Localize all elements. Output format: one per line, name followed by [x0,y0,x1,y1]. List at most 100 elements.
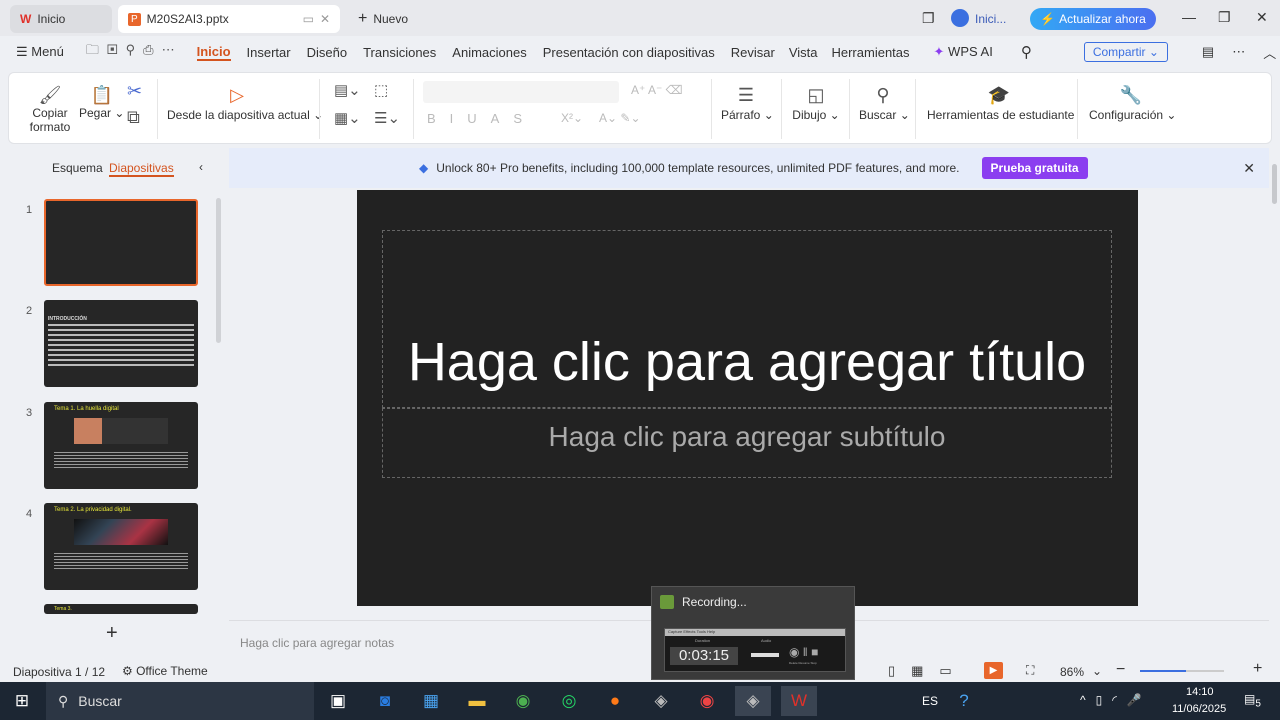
font-color-icon[interactable]: A⌄ ✎⌄ [599,111,641,125]
panel-scrollbar[interactable] [216,198,221,343]
wps-ai-button[interactable]: ✦ WPS AI [934,44,993,60]
title-placeholder[interactable]: Haga clic para agregar título [382,230,1112,408]
chrome-icon[interactable]: ◉ [505,686,541,716]
add-slide-button[interactable]: + [106,622,118,645]
avatar[interactable] [951,9,969,27]
menu-button[interactable]: ☰ Menú [16,44,64,60]
free-trial-button[interactable]: Prueba gratuita [981,157,1088,179]
copy-format-button[interactable]: 🖌 Copiar formato [27,85,73,134]
paste-button[interactable]: 📋 Pegar ⌄ [79,85,124,120]
system-tray-icons[interactable]: ^▯◜🎤 [1080,693,1152,707]
language-indicator[interactable]: ES [922,694,938,708]
help-icon[interactable]: ? [946,686,982,716]
superscript-icon[interactable]: X²⌄ [561,111,583,125]
tab-revisar[interactable]: Revisar [731,45,775,60]
task-view-icon[interactable]: ▣ [320,686,356,716]
whatsapp-icon[interactable]: ◎ [551,686,587,716]
recorder-active-icon[interactable]: ◈ [735,686,771,716]
slide-thumbnail-3[interactable]: Tema 1. La huella digital [44,402,198,489]
file-explorer-icon[interactable]: ▬ [459,686,495,716]
outlook-icon[interactable]: ◙ [367,686,403,716]
settings-button[interactable]: 🔧 Configuración ⌄ [1089,85,1176,122]
subtitle-placeholder[interactable]: Haga clic para agregar subtítulo [382,408,1112,478]
tab-insertar[interactable]: Insertar [247,45,291,60]
share-label: Compartir [1092,45,1146,59]
tab-file[interactable]: P M20S2AI3.pptx ▭ ✕ [118,5,340,33]
search-icon[interactable]: ⚲ [1021,43,1032,61]
more-icon[interactable]: ⋯ [1232,44,1245,60]
zoom-in-button[interactable]: + [1253,660,1262,678]
theme-button[interactable]: ⚙ Office Theme [122,664,208,678]
upgrade-button[interactable]: ⚡ Actualizar ahora [1030,8,1156,30]
recorder-app-icon[interactable]: ◈ [643,686,679,716]
drawing-button[interactable]: ◱ Dibujo ⌄ [791,85,841,122]
tab-transiciones[interactable]: Transiciones [363,45,436,60]
recorder-controls[interactable]: ◉ ‖ ■ [789,645,818,659]
cut-icon[interactable]: ✂ [127,81,142,102]
new-tab-button[interactable]: + Nuevo [348,5,418,33]
zoom-dropdown-icon[interactable]: ⌄ [1092,664,1102,678]
new-slide-icon[interactable]: ▤⌄ [334,81,361,99]
slide-thumbnail-1[interactable] [44,199,198,286]
from-current-slide-button[interactable]: ▷ Desde la diapositiva actual ⌄ [167,85,323,122]
tab-home-label: Inicio [37,12,66,26]
font-name-select[interactable] [423,81,619,103]
taskbar-search[interactable]: ⚲ Buscar [46,682,314,720]
collapse-ribbon-icon[interactable]: ︿ [1263,43,1276,62]
student-tools-button[interactable]: 🎓 Herramientas de estudiante [927,85,1074,122]
wps-taskbar-icon[interactable]: W [781,686,817,716]
comment-icon[interactable]: ▤ [1202,44,1214,60]
zoom-slider[interactable] [1140,670,1224,672]
share-button[interactable]: Compartir ⌄ [1083,42,1168,62]
wrench-icon: 🔧 [1119,85,1143,105]
minimize-button[interactable]: — [1182,9,1196,25]
tab-home[interactable]: W Inicio [10,5,112,33]
close-banner-icon[interactable]: ✕ [1243,160,1255,177]
tab-inicio[interactable]: Inicio [196,44,231,61]
collapse-panel-icon[interactable]: ‹ [199,160,203,174]
find-button[interactable]: ⚲ Buscar ⌄ [859,85,910,122]
layout-icon[interactable]: ▦⌄ [334,109,361,127]
slideshow-play-button[interactable]: ▶ [984,662,1003,679]
font-format-icons[interactable]: BIUAS [427,111,536,126]
slide-thumbnail-5[interactable]: Tema 3. [44,604,198,614]
windows-start-icon[interactable]: ⊞ [4,686,40,716]
tab-herramientas[interactable]: Herramientas [831,45,909,60]
tab-diseno[interactable]: Diseño [307,45,347,60]
notifications-button[interactable]: ▤5 [1244,692,1261,709]
zoom-level[interactable]: 86% [1060,665,1084,679]
zoom-out-button[interactable]: − [1116,661,1125,679]
reuse-slide-icon[interactable]: ⬚ [374,81,388,99]
tab-slides[interactable]: Diapositivas [109,161,174,177]
paragraph-button[interactable]: ☰ Párrafo ⌄ [721,85,774,122]
recorder-icon [660,595,674,609]
close-tab-icon[interactable]: ✕ [320,12,330,26]
tab-animaciones[interactable]: Animaciones [452,45,526,60]
copy-icon[interactable]: ⧉ [127,107,140,128]
fit-window-icon[interactable]: ⛶ [1026,663,1034,678]
slide-thumbnail-4[interactable]: Tema 2. La privacidad digital. [44,503,198,590]
drawing-label: Dibujo [792,108,827,122]
font-size-icons[interactable]: A⁺ A⁻ ⌫ [631,83,683,97]
chrome-profile-icon[interactable]: ◉ [689,686,725,716]
window-restore-icon[interactable]: ❐ [922,10,935,27]
tab-presentacion[interactable]: Presentación con diapositivas [543,45,715,60]
close-window-button[interactable]: ✕ [1256,9,1268,26]
quick-access-icons[interactable]: 🗀▣⚲⎙⋯ [86,41,183,63]
upgrade-label: Actualizar ahora [1059,12,1146,26]
maximize-button[interactable]: ❐ [1218,9,1231,26]
vertical-scrollbar[interactable] [1269,148,1280,660]
notes-placeholder: Haga clic para agregar notas [240,636,395,650]
audio-label: Audio [761,638,772,643]
section-icon[interactable]: ☰⌄ [374,109,400,127]
monitor-icon[interactable]: ▭ [303,12,314,26]
view-icons[interactable]: ▯▦▭ [888,663,968,679]
recording-popup[interactable]: Recording... Capture Effects Tools Help … [651,586,855,680]
tab-outline[interactable]: Esquema [52,161,103,175]
store-icon[interactable]: ▦ [413,686,449,716]
slide-thumbnail-2[interactable]: INTRODUCCIÓN [44,300,198,387]
copy-format-label-2: formato [29,120,71,134]
firefox-icon[interactable]: ● [597,686,633,716]
tab-vista[interactable]: Vista [789,45,818,60]
signin-link[interactable]: Inici... [975,12,1006,26]
